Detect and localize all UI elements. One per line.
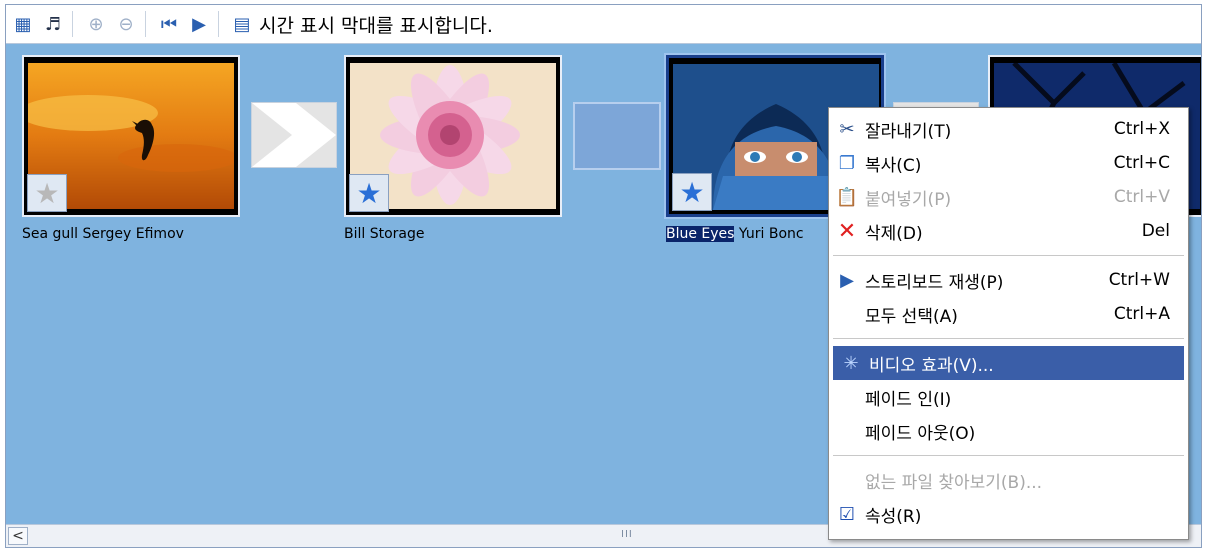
scissors-icon: ✂ <box>839 118 855 140</box>
clip-seagull[interactable]: ★ <box>18 55 240 217</box>
audio-levels-icon[interactable]: ♬ <box>40 11 66 37</box>
menu-shortcut: Ctrl+W <box>1108 270 1170 290</box>
transition-slot[interactable] <box>251 102 337 168</box>
menu-item-label: 모두 선택(A) <box>865 306 958 327</box>
show-timeline-label[interactable]: 시간 표시 막대를 표시합니다. <box>259 11 493 38</box>
toolbar-separator <box>218 11 219 37</box>
properties-check-icon: ☑ <box>838 503 856 525</box>
toolbar-separator <box>145 11 146 37</box>
clip-caption: Sea gull Sergey Efimov <box>22 226 184 242</box>
clip-flower[interactable]: ★ <box>344 55 562 217</box>
play-circle-icon: ▶ <box>840 269 854 291</box>
zoom-out-icon[interactable]: ⊖ <box>113 11 139 37</box>
menu-item-fade-in[interactable]: 페이드 인(I) <box>829 380 1188 414</box>
menu-separator <box>833 455 1184 456</box>
zoom-in-icon[interactable]: ⊕ <box>83 11 109 37</box>
menu-shortcut: Ctrl+X <box>1113 119 1170 139</box>
rewind-icon[interactable]: ⏮ <box>156 11 182 37</box>
menu-item-video-effects[interactable]: ✳ 비디오 효과(V)... <box>833 346 1184 380</box>
toolbar-separator <box>72 11 73 37</box>
menu-item-label: 페이드 인(I) <box>865 389 952 410</box>
menu-item-label: 비디오 효과(V)... <box>869 355 994 376</box>
menu-shortcut: Ctrl+C <box>1113 153 1170 173</box>
transition-slot[interactable] <box>573 102 661 170</box>
clip-caption-rest: Yuri Bonc <box>734 226 804 242</box>
menu-item-copy[interactable]: ❐ 복사(C) Ctrl+C <box>829 146 1188 180</box>
menu-separator <box>833 255 1184 256</box>
menu-item-browse-missing[interactable]: 없는 파일 찾아보기(B)... <box>829 463 1188 497</box>
menu-item-cut[interactable]: ✂ 잘라내기(T) Ctrl+X <box>829 112 1188 146</box>
menu-item-play-storyboard[interactable]: ▶ 스토리보드 재생(P) Ctrl+W <box>829 263 1188 297</box>
clip-caption: Bill Storage <box>344 226 425 242</box>
menu-item-label: 페이드 아웃(O) <box>865 423 976 444</box>
menu-item-label: 붙여넣기(P) <box>865 189 952 210</box>
menu-item-select-all[interactable]: 모두 선택(A) Ctrl+A <box>829 297 1188 331</box>
delete-x-icon: ✕ <box>837 218 857 244</box>
menu-item-label: 없는 파일 찾아보기(B)... <box>865 472 1043 493</box>
menu-item-properties[interactable]: ☑ 속성(R) <box>829 497 1188 531</box>
menu-separator <box>833 338 1184 339</box>
effect-star-icon: ★ <box>672 173 712 211</box>
copy-icon: ❐ <box>838 152 856 174</box>
menu-shortcut: Ctrl+V <box>1113 187 1170 207</box>
scroll-thumb-grip[interactable]: III <box>621 529 633 540</box>
effect-star-icon: ★ <box>349 174 389 212</box>
menu-item-delete[interactable]: ✕ 삭제(D) Del <box>829 214 1188 248</box>
menu-shortcut: Del <box>1141 221 1170 241</box>
context-menu: ✂ 잘라내기(T) Ctrl+X ❐ 복사(C) Ctrl+C 📋 붙여넣기(P… <box>828 107 1189 540</box>
storyboard-icon[interactable]: ▦ <box>10 11 36 37</box>
play-icon[interactable]: ▶ <box>186 11 212 37</box>
menu-item-label: 잘라내기(T) <box>865 121 952 142</box>
menu-item-paste[interactable]: 📋 붙여넣기(P) Ctrl+V <box>829 180 1188 214</box>
sparkle-icon: ✳ <box>843 352 859 374</box>
effect-star-icon: ★ <box>27 174 67 212</box>
paste-icon: 📋 <box>835 186 859 208</box>
menu-shortcut: Ctrl+A <box>1113 304 1170 324</box>
menu-item-label: 속성(R) <box>865 506 922 527</box>
menu-item-label: 삭제(D) <box>865 223 923 244</box>
clip-caption: Blue Eyes Yuri Bonc <box>666 226 804 242</box>
menu-item-label: 스토리보드 재생(P) <box>865 272 1004 293</box>
timeline-icon[interactable]: ▤ <box>229 11 255 37</box>
clip-caption-selected: Blue Eyes <box>666 226 735 242</box>
toolbar: ▦ ♬ ⊕ ⊖ ⏮ ▶ ▤ 시간 표시 막대를 표시합니다. <box>6 5 1201 44</box>
menu-item-fade-out[interactable]: 페이드 아웃(O) <box>829 414 1188 448</box>
scroll-left-button[interactable]: < <box>8 527 28 545</box>
menu-item-label: 복사(C) <box>865 155 922 176</box>
